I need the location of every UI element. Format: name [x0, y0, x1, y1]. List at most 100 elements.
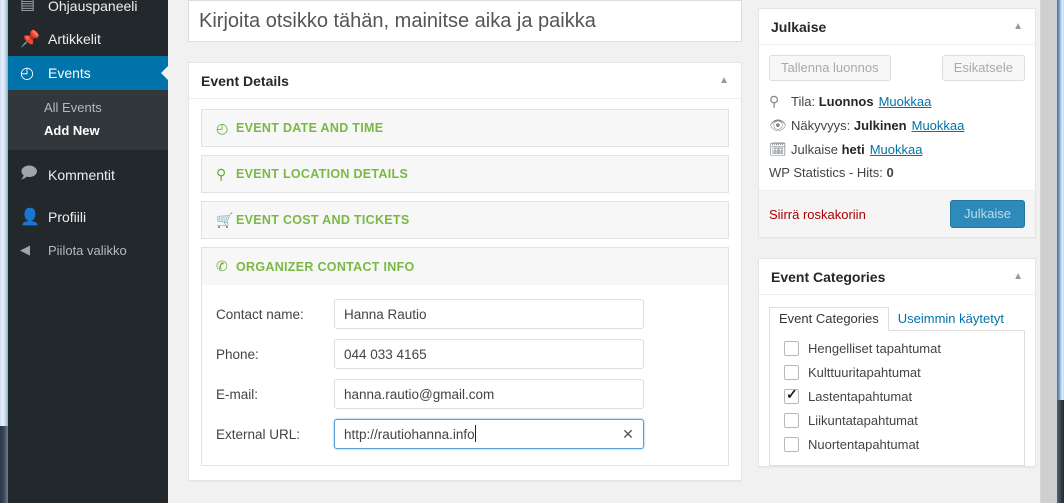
checkbox-hengelliset-tapahtumat[interactable]: [784, 341, 799, 356]
sidebar-item-label: Profiili: [48, 209, 87, 225]
page-scrollbar[interactable]: [1040, 0, 1057, 503]
list-item[interactable]: Liikuntatapahtumat: [784, 413, 1014, 428]
checkbox-kulttuuritapahtumat[interactable]: [784, 365, 799, 380]
publish-panel: Julkaise ▲ Tallenna luonnos Esikatsele ⚲…: [758, 8, 1036, 238]
contact-name-input[interactable]: [334, 299, 644, 329]
page-title: Event Details: [201, 72, 289, 89]
accordion-event-cost-and-tickets[interactable]: 🛒 EVENT COST AND TICKETS: [201, 201, 729, 239]
publish-button[interactable]: Julkaise: [950, 200, 1025, 228]
browser-right-edge: [1057, 0, 1064, 400]
field-row-contact-name: Contact name:: [216, 299, 714, 329]
event-categories-panel-header[interactable]: Event Categories ▲: [759, 259, 1035, 295]
sidebar-item-dashboard[interactable]: ▤ Ohjauspaneeli: [8, 0, 168, 14]
phone-label: Phone:: [216, 346, 259, 362]
list-item[interactable]: Nuortentapahtumat: [784, 437, 1014, 452]
phone-icon: ✆: [216, 258, 228, 274]
status-edit-link[interactable]: Muokkaa: [879, 94, 932, 109]
collapse-menu-button[interactable]: ◀ Piilota valikko: [8, 234, 168, 266]
sidebar-item-profiili[interactable]: 👤 Profiili: [8, 200, 168, 234]
sidebar-item-artikkelit[interactable]: 📌 Artikkelit: [8, 22, 168, 56]
admin-screen: ▤ Ohjauspaneeli 📌 Artikkelit ◴ Events Al…: [0, 0, 1064, 503]
events-submenu: All Events Add New: [8, 90, 168, 150]
event-categories-body: Event Categories Useimmin käytetyt Henge…: [759, 295, 1035, 466]
visibility-edit-link[interactable]: Muokkaa: [912, 118, 965, 133]
publish-actions: Tallenna luonnos Esikatsele: [759, 45, 1035, 85]
visibility-prefix: Näkyvyys:: [791, 117, 851, 133]
sidebar-item-all-events[interactable]: All Events: [8, 96, 168, 119]
category-label: Hengelliset tapahtumat: [808, 341, 941, 356]
schedule-value: heti: [841, 141, 865, 157]
accordion-organizer-contact-info[interactable]: ✆ ORGANIZER CONTACT INFO: [201, 247, 729, 285]
collapse-menu-label: Piilota valikko: [48, 242, 127, 258]
checkbox-liikuntatapahtumat[interactable]: [784, 413, 799, 428]
tab-most-used[interactable]: Useimmin käytetyt: [889, 308, 1013, 330]
comment-icon: 🗩: [20, 164, 38, 182]
accordion-label: ORGANIZER CONTACT INFO: [236, 259, 415, 274]
browser-left-edge: [0, 0, 8, 426]
category-label: Nuortentapahtumat: [808, 437, 920, 452]
phone-wrap: [334, 339, 644, 369]
publish-panel-header[interactable]: Julkaise ▲: [759, 9, 1035, 45]
browser-left-edge-lower: [0, 426, 8, 503]
accordion-event-location-details[interactable]: ⚲ EVENT LOCATION DETAILS: [201, 155, 729, 193]
sidebar-item-kommentit[interactable]: 🗩 Kommentit: [8, 158, 168, 192]
list-item[interactable]: Lastentapahtumat: [784, 386, 1014, 404]
wp-statistics-row: WP Statistics - Hits: 0: [769, 161, 1025, 182]
collapse-arrow-icon: ◀: [20, 242, 30, 257]
event-categories-panel: Event Categories ▲ Event Categories Usei…: [758, 258, 1036, 467]
sidebar-item-label: Events: [48, 65, 91, 81]
status-row: ⚲ Tila: Luonnos Muokkaa: [769, 89, 1025, 113]
list-item[interactable]: Hengelliset tapahtumat: [784, 341, 1014, 356]
event-details-panel: Event Details ▲ ◴ EVENT DATE AND TIME ⚲ …: [188, 62, 742, 481]
menu-separator: [8, 150, 168, 158]
preview-button[interactable]: Esikatsele: [941, 55, 1025, 81]
clear-icon[interactable]: ✕: [621, 426, 635, 442]
checkbox-lastentapahtumat[interactable]: [784, 386, 799, 404]
event-details-panel-header[interactable]: Event Details ▲: [189, 63, 741, 99]
dashboard-icon: ▤: [20, 0, 36, 13]
chevron-up-icon[interactable]: ▲: [1013, 21, 1023, 32]
category-tabs: Event Categories Useimmin käytetyt: [769, 305, 1025, 331]
status-prefix: Tila:: [791, 93, 816, 109]
editor-main: Event Details ▲ ◴ EVENT DATE AND TIME ⚲ …: [168, 0, 1040, 503]
category-label: Liikuntatapahtumat: [808, 413, 918, 428]
external-url-input[interactable]: [334, 419, 644, 449]
accordion-label: EVENT DATE AND TIME: [236, 121, 384, 135]
menu-separator: [8, 192, 168, 200]
publish-footer: Siirrä roskakoriin Julkaise: [759, 190, 1035, 237]
list-item[interactable]: Kulttuuritapahtumat: [784, 365, 1014, 380]
sidebar-item-events[interactable]: ◴ Events: [8, 56, 168, 90]
wp-statistics-label: WP Statistics - Hits:: [769, 165, 883, 180]
tab-event-categories[interactable]: Event Categories: [769, 307, 889, 331]
checkbox-nuortentapahtumat[interactable]: [784, 437, 799, 452]
schedule-prefix: Julkaise: [791, 141, 838, 157]
external-url-label: External URL:: [216, 426, 301, 442]
move-to-trash-link[interactable]: Siirrä roskakoriin: [769, 207, 866, 222]
accordion-label: EVENT COST AND TICKETS: [236, 213, 410, 227]
map-pin-icon: ⚲: [216, 165, 227, 182]
calendar-icon: 🗓: [769, 140, 787, 157]
post-title-input[interactable]: [188, 0, 742, 42]
publish-status-rows: ⚲ Tila: Luonnos Muokkaa 👁 Näkyvyys: Julk…: [759, 85, 1035, 190]
visibility-value: Julkinen: [853, 117, 907, 133]
email-label: E-mail:: [216, 386, 259, 402]
email-field[interactable]: [334, 379, 644, 409]
save-draft-button[interactable]: Tallenna luonnos: [769, 55, 891, 81]
sidebar-item-add-new[interactable]: Add New: [8, 119, 168, 142]
field-row-phone: Phone:: [216, 339, 714, 369]
sidebar-item-label: Ohjauspaneeli: [48, 0, 138, 14]
text-cursor: [475, 425, 476, 442]
events-clock-icon: ◴: [20, 65, 34, 82]
chevron-up-icon[interactable]: ▲: [1013, 271, 1023, 282]
category-checkbox-list: Hengelliset tapahtumat Kulttuuritapahtum…: [769, 331, 1025, 466]
shopping-cart-icon: 🛒: [216, 211, 234, 228]
phone-input[interactable]: [334, 339, 644, 369]
contact-name-wrap: [334, 299, 644, 329]
editor-left-column: Event Details ▲ ◴ EVENT DATE AND TIME ⚲ …: [188, 0, 742, 481]
schedule-edit-link[interactable]: Muokkaa: [870, 142, 923, 157]
pin-icon: 📌: [20, 31, 40, 48]
chevron-up-icon[interactable]: ▲: [719, 75, 729, 86]
accordion-event-date-and-time[interactable]: ◴ EVENT DATE AND TIME: [201, 109, 729, 147]
menu-separator: [8, 14, 168, 22]
field-row-email: E-mail:: [216, 379, 714, 409]
